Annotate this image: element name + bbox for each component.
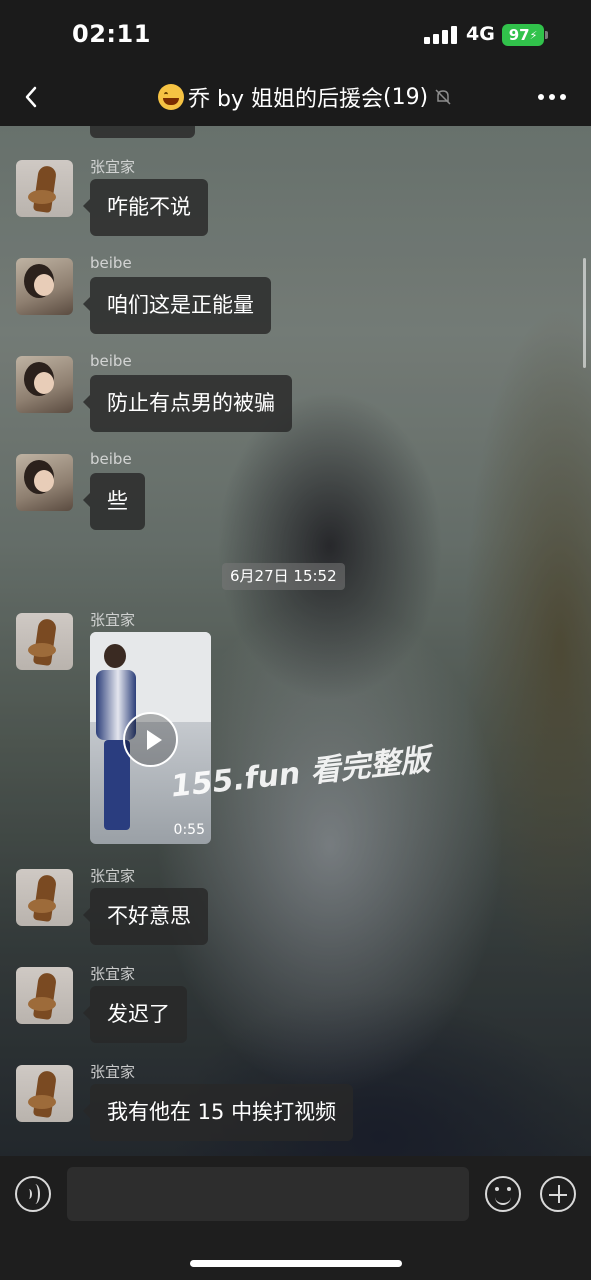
network-type: 4G (466, 23, 495, 45)
more-options-icon[interactable] (538, 94, 568, 102)
back-icon[interactable] (18, 82, 48, 112)
voice-icon[interactable] (15, 1176, 51, 1212)
chat-background-overlay (0, 126, 591, 1156)
previous-message-bubble-edge (90, 126, 195, 138)
message-bubble[interactable]: 防止有点男的被骗 (83, 375, 292, 432)
message-bubble[interactable]: 些 (83, 473, 145, 530)
battery-cap (545, 31, 548, 39)
avatar[interactable] (16, 967, 73, 1024)
avatar[interactable] (16, 160, 73, 217)
signal-icon (424, 26, 458, 44)
sender-name: 张宜家 (90, 965, 136, 983)
message-bubble[interactable]: 咱们这是正能量 (83, 277, 271, 334)
message-bubble[interactable]: 不好意思 (83, 888, 208, 945)
play-icon[interactable] (123, 712, 178, 767)
sender-name: beibe (90, 352, 132, 370)
avatar[interactable] (16, 613, 73, 670)
plus-icon[interactable] (540, 1176, 576, 1212)
message-bubble[interactable]: 发迟了 (83, 986, 187, 1043)
avatar[interactable] (16, 454, 73, 511)
input-bar (0, 1156, 591, 1280)
sender-name: 张宜家 (90, 1063, 136, 1081)
mute-bell-icon (435, 89, 451, 105)
avatar[interactable] (16, 258, 73, 315)
group-name: 乔 by 姐姐的后援会 (188, 87, 383, 112)
sender-name: 张宜家 (90, 158, 136, 176)
avatar[interactable] (16, 869, 73, 926)
chat-title: 乔 by 姐姐的后援会 (19) (158, 82, 452, 112)
scrollbar[interactable] (583, 258, 586, 368)
message-bubble[interactable]: 咋能不说 (83, 179, 208, 236)
avatar[interactable] (16, 1065, 73, 1122)
emoji-icon[interactable] (485, 1176, 521, 1212)
avatar[interactable] (16, 356, 73, 413)
home-indicator[interactable] (190, 1260, 402, 1267)
sender-name: beibe (90, 254, 132, 272)
message-bubble[interactable]: 我有他在 15 中挨打视频 (82, 1084, 354, 1141)
message-input[interactable] (67, 1167, 469, 1221)
battery-icon: 97 ⚡ (502, 24, 544, 46)
video-duration: 0:55 (173, 822, 205, 838)
member-count: (19) (382, 84, 429, 110)
sender-name: beibe (90, 450, 132, 468)
grinning-sweat-emoji-icon (158, 84, 184, 110)
status-bar: 02:11 4G 97 ⚡ (0, 0, 591, 70)
status-time: 02:11 (72, 20, 151, 48)
sender-name: 张宜家 (90, 611, 136, 629)
video-message[interactable]: 0:55 (90, 632, 211, 844)
chat-header: 乔 by 姐姐的后援会 (19) (0, 70, 591, 126)
sender-name: 张宜家 (90, 867, 136, 885)
chat-timestamp: 6月27日 15:52 (222, 563, 345, 590)
battery-level: 97 (508, 26, 530, 44)
